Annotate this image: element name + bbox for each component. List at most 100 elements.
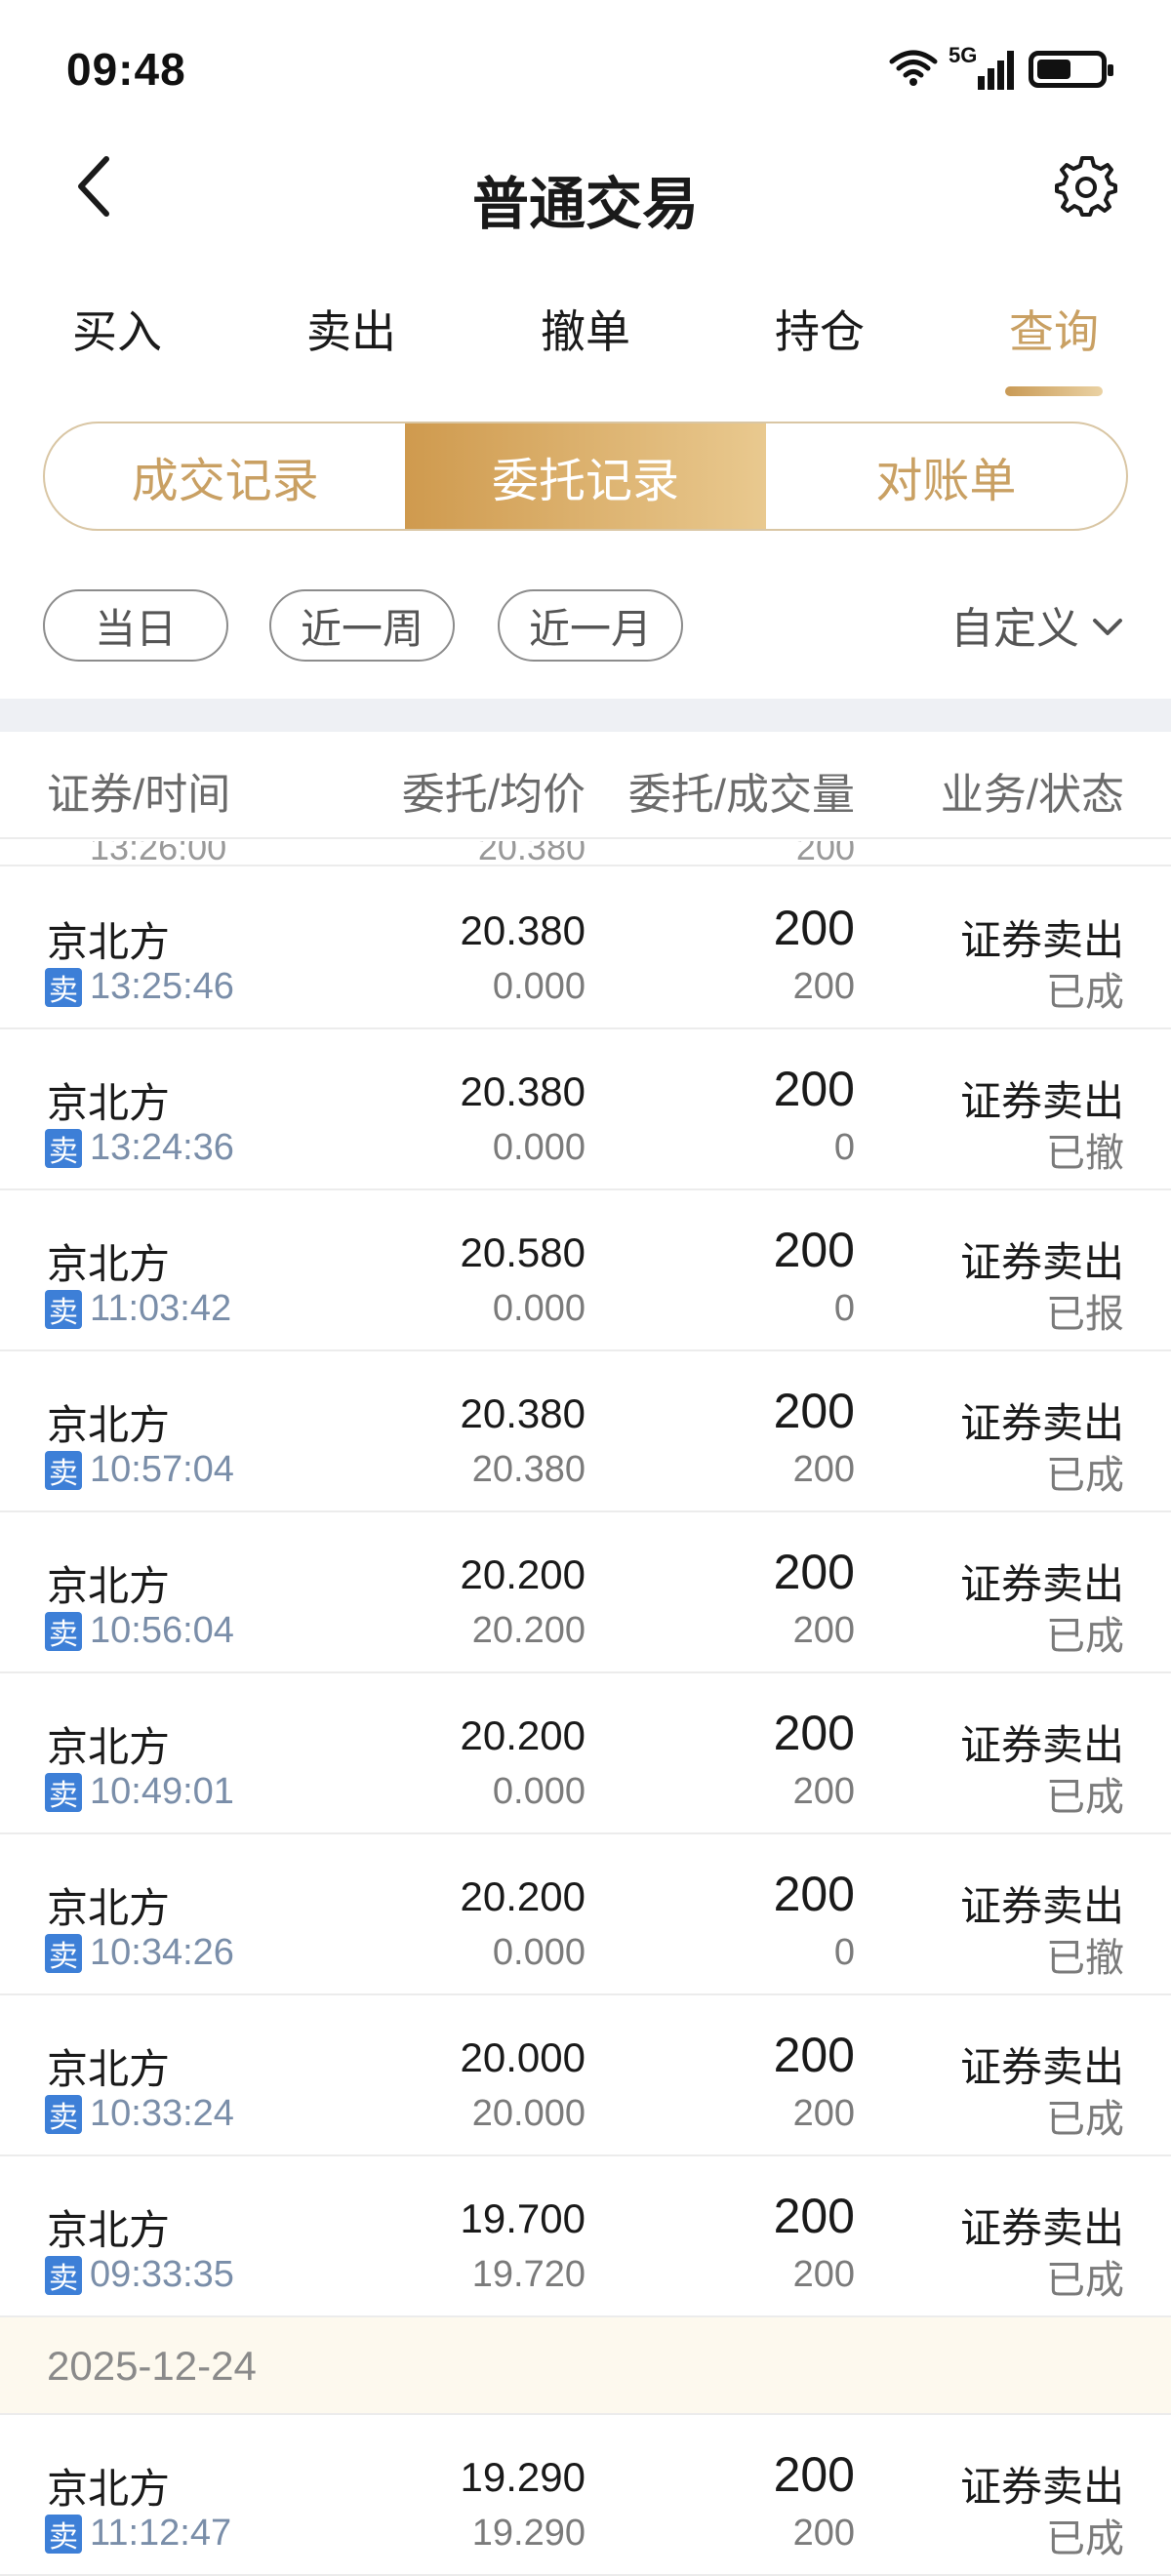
battery-fill — [1037, 60, 1070, 79]
segment-statement[interactable]: 对账单 — [766, 423, 1126, 529]
filter-month[interactable]: 近一月 — [498, 589, 683, 662]
filled-qty: 200 — [792, 2093, 855, 2134]
partial-price: 20.380 — [477, 841, 586, 866]
order-state: 已成 — [1046, 2259, 1124, 2302]
business-type: 证券卖出 — [959, 2464, 1124, 2510]
business-type: 证券卖出 — [959, 1561, 1124, 1607]
col-security-time: 证券/时间 — [47, 771, 231, 819]
avg-price: 0.000 — [492, 1771, 586, 1812]
avg-price: 20.380 — [471, 1449, 586, 1490]
order-state: 已成 — [1046, 971, 1124, 1014]
custom-filter[interactable]: 自定义 — [950, 593, 1124, 656]
order-qty: 200 — [773, 1867, 855, 1921]
business-type: 证券卖出 — [959, 1400, 1124, 1446]
table-row[interactable]: 京北方卖 13:25:46 20.380 0.000 200 200 证券卖出 已成 — [0, 868, 1171, 1029]
order-qty: 200 — [773, 1545, 855, 1599]
order-list[interactable]: 13:26:00 20.380 200 京北方卖 13:25:46 20.380 0.… — [0, 841, 1171, 2576]
order-price: 20.580 — [460, 1229, 586, 1275]
avg-price: 0.000 — [492, 1932, 586, 1973]
order-time: 10:57:04 — [90, 1449, 234, 1490]
order-state: 已成 — [1046, 2517, 1124, 2560]
battery-icon — [1029, 51, 1113, 88]
table-row[interactable]: 京北方卖 10:34:26 20.200 0.000 200 0 证券卖出 已撤 — [0, 1834, 1171, 1995]
filled-qty: 200 — [792, 1449, 855, 1490]
filter-week[interactable]: 近一周 — [269, 589, 455, 662]
table-row[interactable]: 京北方卖 09:33:35 19.700 19.720 200 200 证券卖出 已成 — [0, 2156, 1171, 2317]
tab-cancel-order[interactable]: 撤单 — [468, 297, 703, 361]
order-time: 10:33:24 — [90, 2093, 234, 2134]
order-qty: 200 — [773, 1384, 855, 1438]
filled-qty: 200 — [792, 966, 855, 1007]
table-row[interactable]: 京北方卖 13:24:36 20.380 0.000 200 0 证券卖出 已撤 — [0, 1029, 1171, 1190]
filter-today[interactable]: 当日 — [43, 589, 228, 662]
tab-query[interactable]: 查询 — [937, 297, 1171, 361]
table-row[interactable]: 京北方卖 10:57:04 20.380 20.380 200 200 证券卖出 已成 — [0, 1351, 1171, 1512]
active-tab-indicator — [1005, 386, 1103, 396]
partial-qty: 200 — [795, 841, 855, 866]
segment-trade-records[interactable]: 成交记录 — [45, 423, 405, 529]
status-bar: 09:48 5G — [0, 0, 1171, 137]
stock-name: 京北方 — [47, 1724, 171, 1770]
order-qty: 200 — [773, 2447, 855, 2502]
order-price: 20.380 — [460, 907, 586, 953]
settings-button[interactable] — [1052, 154, 1120, 222]
date-separator: 2025-12-24 — [0, 2317, 1171, 2415]
date-label: 2025-12-24 — [47, 2343, 257, 2389]
stock-name: 京北方 — [47, 1402, 171, 1448]
stock-name: 京北方 — [47, 1080, 171, 1126]
tab-positions[interactable]: 持仓 — [703, 297, 937, 361]
signal-5g-icon: 5G — [949, 43, 1019, 92]
table-row[interactable]: 京北方卖 10:49:01 20.200 0.000 200 200 证券卖出 已成 — [0, 1673, 1171, 1834]
avg-price: 0.000 — [492, 1288, 586, 1329]
stock-name: 京北方 — [47, 1885, 171, 1931]
order-qty: 200 — [773, 2028, 855, 2082]
order-price: 20.200 — [460, 1551, 586, 1597]
status-icons: 5G — [888, 43, 1113, 94]
avg-price: 0.000 — [492, 1127, 586, 1168]
stock-name: 京北方 — [47, 1563, 171, 1609]
order-state: 已报 — [1046, 1293, 1124, 1336]
order-time: 13:25:46 — [90, 966, 234, 1007]
business-type: 证券卖出 — [959, 1239, 1124, 1285]
business-type: 证券卖出 — [959, 2205, 1124, 2251]
chevron-down-icon — [1091, 600, 1124, 649]
order-qty: 200 — [773, 1706, 855, 1760]
partial-row: 13:26:00 20.380 200 — [0, 841, 1171, 866]
order-time: 11:03:42 — [90, 1288, 232, 1329]
tab-sell[interactable]: 卖出 — [234, 297, 468, 361]
wifi-icon — [888, 48, 939, 92]
sell-badge: 卖 — [45, 1290, 82, 1329]
order-qty: 200 — [773, 1062, 855, 1116]
header: 普通交易 — [0, 137, 1171, 244]
table-header: 证券/时间 委托/均价 委托/成交量 业务/状态 — [0, 732, 1171, 839]
sell-badge: 卖 — [45, 1129, 82, 1168]
stock-name: 京北方 — [47, 2207, 171, 2253]
order-price: 19.700 — [460, 2195, 586, 2241]
business-type: 证券卖出 — [959, 1722, 1124, 1768]
order-price: 19.290 — [460, 2454, 586, 2500]
order-qty: 200 — [773, 1223, 855, 1277]
stock-name: 京北方 — [47, 2466, 171, 2512]
col-qty: 委托/成交量 — [627, 771, 855, 819]
avg-price: 20.000 — [471, 2093, 586, 2134]
business-type: 证券卖出 — [959, 2044, 1124, 2090]
order-price: 20.200 — [460, 1873, 586, 1919]
main-tabs: 买入 卖出 撤单 持仓 查询 — [0, 283, 1171, 400]
order-state: 已成 — [1046, 1454, 1124, 1497]
table-row[interactable]: 京北方卖 10:56:04 20.200 20.200 200 200 证券卖出 已成 — [0, 1512, 1171, 1673]
segment-order-records[interactable]: 委托记录 — [405, 423, 766, 529]
filled-qty: 200 — [792, 1771, 855, 1812]
filled-qty: 200 — [792, 2513, 855, 2554]
filled-qty: 200 — [792, 1610, 855, 1651]
stock-name: 京北方 — [47, 1241, 171, 1287]
table-row[interactable]: 京北方卖 10:33:24 20.000 20.000 200 200 证券卖出 已成 — [0, 1995, 1171, 2156]
avg-price: 19.290 — [471, 2513, 586, 2554]
sell-badge: 卖 — [45, 2256, 82, 2295]
tab-buy[interactable]: 买入 — [0, 297, 234, 361]
date-filter-row: 当日 近一周 近一月 自定义 — [0, 589, 1171, 664]
filled-qty: 0 — [833, 1288, 855, 1329]
order-state: 已撤 — [1046, 1132, 1124, 1175]
sell-badge: 卖 — [45, 968, 82, 1007]
table-row[interactable]: 京北方卖 11:12:47 19.290 19.290 200 200 证券卖出 已成 — [0, 2415, 1171, 2576]
table-row[interactable]: 京北方卖 11:03:42 20.580 0.000 200 0 证券卖出已报 — [0, 1190, 1171, 1351]
